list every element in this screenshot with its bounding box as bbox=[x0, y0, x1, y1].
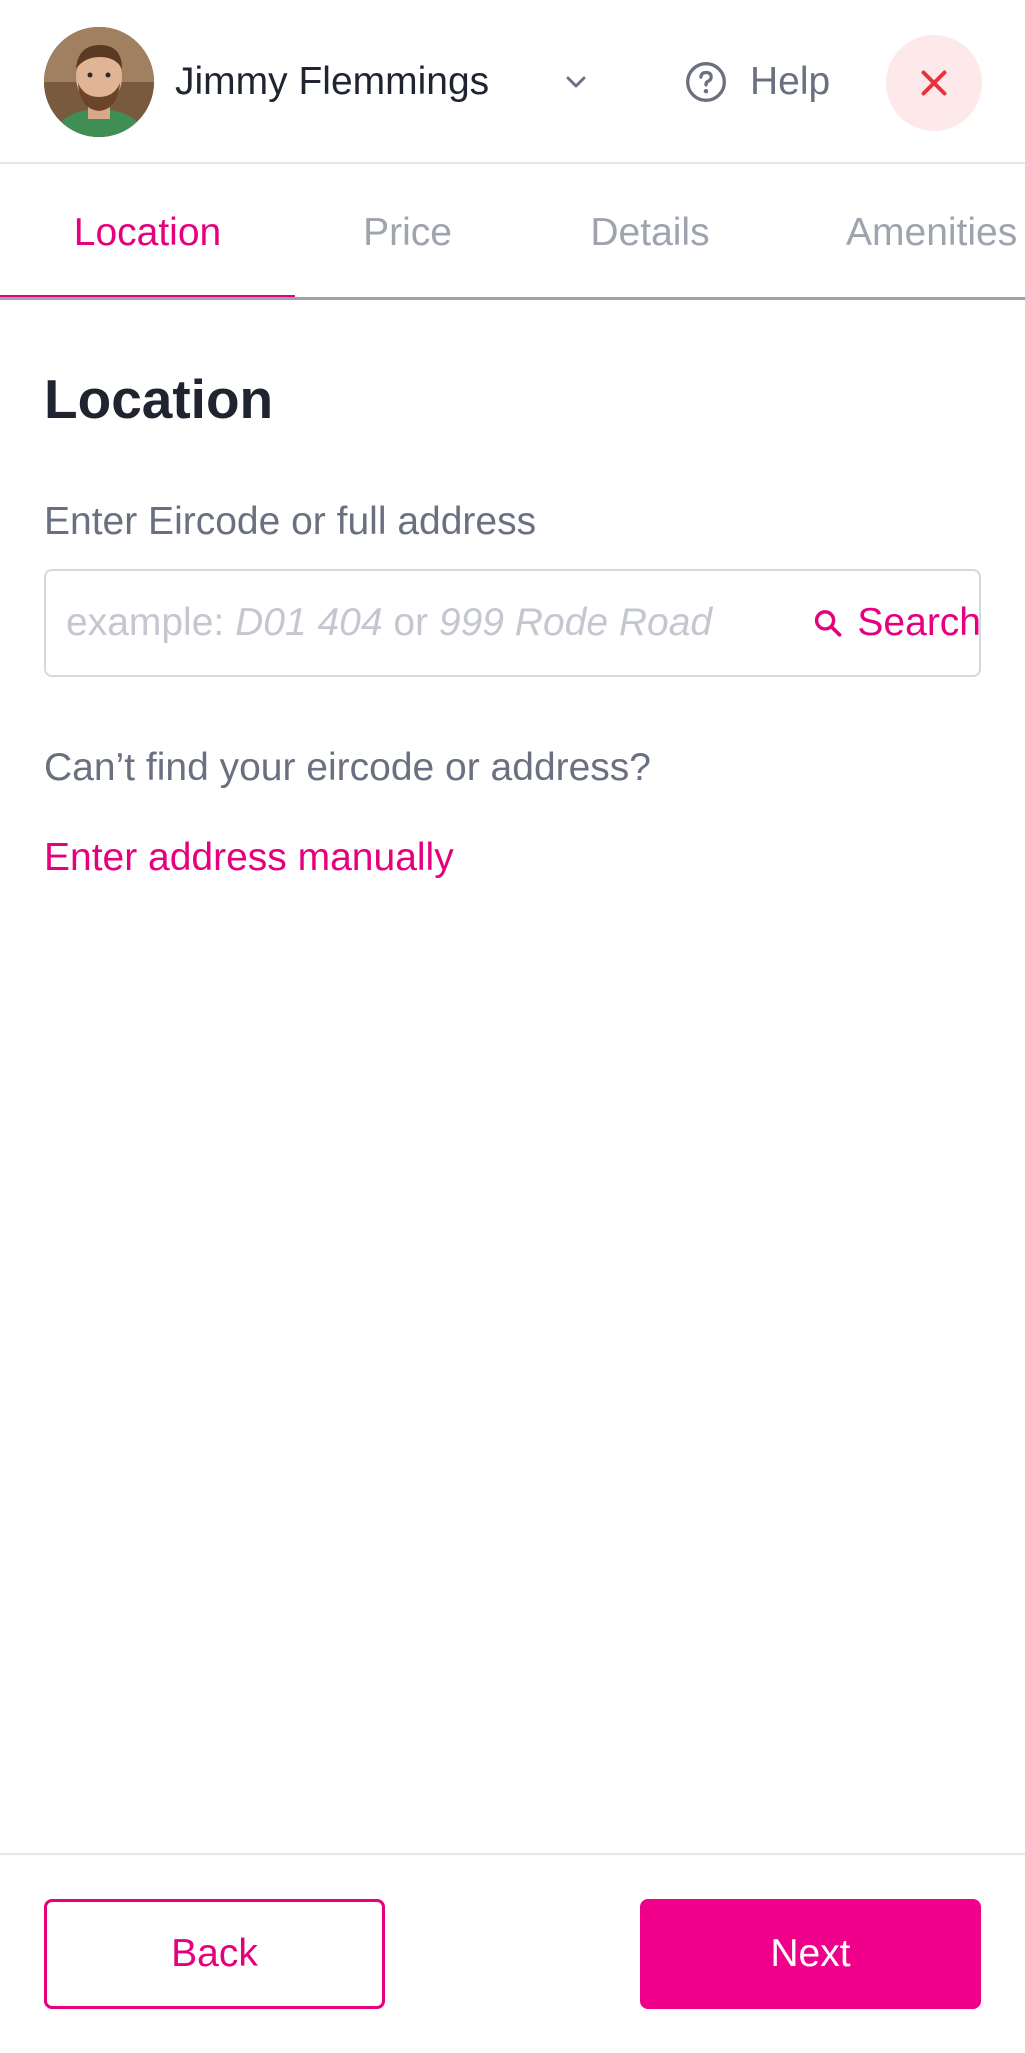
address-search-input[interactable] bbox=[46, 571, 766, 675]
enter-address-manually-link[interactable]: Enter address manually bbox=[44, 834, 454, 882]
page-title: Location bbox=[44, 368, 274, 430]
search-button[interactable]: Search bbox=[766, 571, 981, 675]
tab-price[interactable]: Price bbox=[295, 166, 520, 297]
close-icon bbox=[921, 70, 947, 96]
step-tabs: Location Price Details Amenities bbox=[0, 166, 1025, 300]
cant-find-hint: Can’t find your eircode or address? bbox=[44, 746, 651, 789]
tab-details[interactable]: Details bbox=[540, 166, 760, 297]
help-label: Help bbox=[750, 60, 831, 103]
question-circle-icon bbox=[686, 62, 726, 102]
user-name[interactable]: Jimmy Flemmings bbox=[175, 58, 489, 106]
top-header: Jimmy Flemmings Help bbox=[0, 0, 1025, 164]
tab-location[interactable]: Location bbox=[0, 166, 295, 297]
back-button[interactable]: Back bbox=[44, 1899, 385, 2009]
chevron-down-icon[interactable] bbox=[560, 66, 592, 98]
search-button-label: Search bbox=[857, 601, 981, 644]
help-button[interactable]: Help bbox=[684, 56, 830, 108]
avatar-photo bbox=[44, 27, 154, 137]
tab-amenities[interactable]: Amenities bbox=[846, 166, 1017, 297]
user-avatar[interactable] bbox=[44, 27, 154, 137]
next-button[interactable]: Next bbox=[640, 1899, 981, 2009]
active-tab-indicator bbox=[0, 295, 295, 297]
search-icon bbox=[814, 610, 842, 637]
address-search-box: example: D01 404 or 999 Rode Road Search bbox=[44, 569, 981, 677]
address-field-label: Enter Eircode or full address bbox=[44, 500, 537, 543]
close-button[interactable] bbox=[886, 35, 982, 131]
footer-bar: Back Next bbox=[0, 1853, 1025, 2053]
